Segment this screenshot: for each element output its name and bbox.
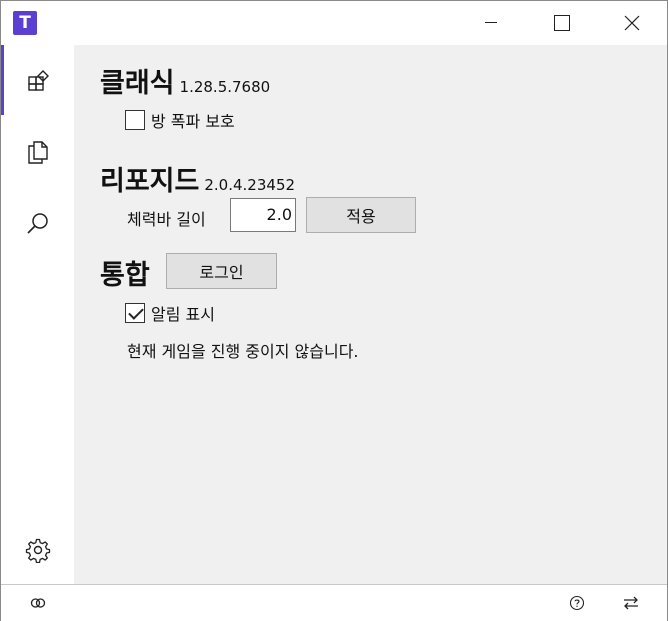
title-bar: T [1,1,667,45]
classic-header: 클래식 1.28.5.7680 [100,61,270,100]
room-protect-label: 방 폭파 보호 [151,112,235,131]
help-button[interactable] [567,593,587,613]
integration-header: 통합 [100,253,150,292]
close-icon [624,15,640,31]
notify-checkbox[interactable]: 알림 표시 [125,301,215,325]
widgets-icon [27,70,49,91]
bottom-bar [1,584,667,621]
maximize-button[interactable] [539,1,585,45]
sidebar-item-settings[interactable] [1,515,74,585]
minimize-icon [485,22,497,23]
login-button[interactable]: 로그인 [166,253,277,289]
app-window: T 클래식 1.28.5.7680 방 폭파 보호 리포지드 2.0.4.234… [0,0,668,621]
integration-title: 통합 [100,260,150,291]
hp-bar-length-input[interactable]: 2.0 [230,198,296,232]
gear-icon [25,538,50,563]
notify-box[interactable] [125,303,145,323]
sidebar [1,45,74,585]
maximize-icon [554,15,570,31]
apply-button[interactable]: 적용 [306,197,416,233]
search-icon [26,213,48,234]
reforged-version: 2.0.4.23452 [204,176,296,194]
swap-icon [624,596,638,610]
sidebar-item-copy[interactable] [1,117,74,187]
reforged-header: 리포지드 2.0.4.23452 [100,159,295,198]
room-protect-box[interactable] [125,110,145,130]
classic-title: 클래식 [100,68,175,99]
sidebar-item-home[interactable] [1,45,74,115]
copy-icon [27,141,48,164]
link-icon [30,598,46,608]
help-icon [569,595,585,611]
swap-button[interactable] [621,593,641,613]
classic-version: 1.28.5.7680 [179,78,271,96]
link-button[interactable] [28,593,48,613]
sidebar-item-search[interactable] [1,189,74,259]
close-button[interactable] [609,1,655,45]
game-status-text: 현재 게임을 진행 중이지 않습니다. [127,342,359,361]
room-protect-checkbox[interactable]: 방 폭파 보호 [125,108,235,132]
minimize-button[interactable] [468,1,514,45]
main-panel: 클래식 1.28.5.7680 방 폭파 보호 리포지드 2.0.4.23452 체… [74,45,667,584]
reforged-title: 리포지드 [100,166,200,197]
app-logo-icon: T [13,11,37,35]
hp-bar-length-label: 체력바 길이 [127,210,206,229]
notify-label: 알림 표시 [151,305,215,324]
